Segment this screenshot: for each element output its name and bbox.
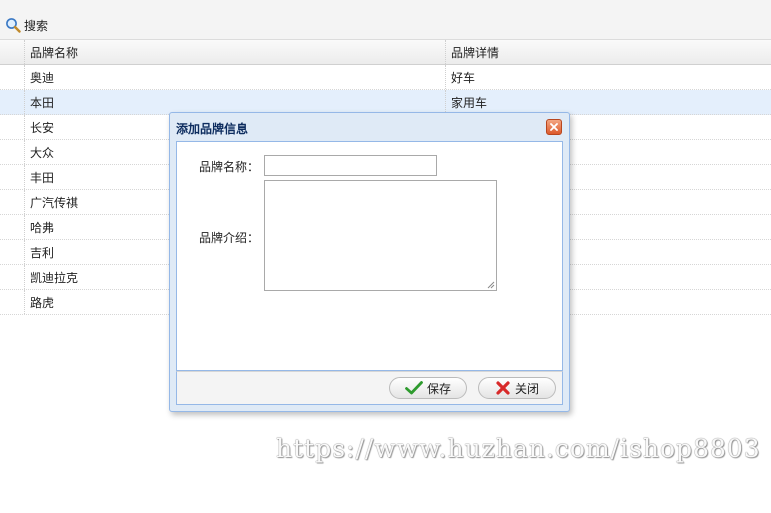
- header-brand-name[interactable]: 品牌名称: [24, 40, 445, 64]
- cell-brand-detail: 家用车: [445, 90, 771, 114]
- dialog-close-button[interactable]: [546, 119, 562, 135]
- cell-brand-detail: 好车: [445, 65, 771, 89]
- brand-intro-label: 品牌介绍：: [199, 231, 260, 245]
- toolbar: 搜索: [0, 0, 771, 40]
- cell-brand-name: 本田: [24, 90, 445, 114]
- table-row[interactable]: 奥迪 好车: [0, 65, 771, 90]
- search-label: 搜索: [24, 18, 49, 33]
- close-button[interactable]: 关闭: [478, 377, 556, 399]
- cancel-icon: [496, 381, 510, 395]
- brand-name-input[interactable]: [264, 155, 437, 176]
- save-label: 保存: [426, 381, 451, 396]
- dialog-body: 品牌名称： 品牌介绍：: [176, 141, 563, 371]
- dialog-footer: 保存 关闭: [176, 371, 563, 405]
- add-brand-dialog: 添加品牌信息 品牌名称： 品牌介绍： 保存 关闭: [169, 112, 570, 412]
- grid-header: 品牌名称 品牌详情: [0, 40, 771, 65]
- brand-intro-textarea[interactable]: [264, 180, 497, 291]
- cell-brand-name: 奥迪: [24, 65, 445, 89]
- save-button[interactable]: 保存: [389, 377, 467, 399]
- search-button[interactable]: 搜索: [5, 16, 48, 34]
- close-label: 关闭: [514, 381, 539, 396]
- dialog-title[interactable]: 添加品牌信息: [176, 120, 248, 137]
- close-icon: [550, 123, 558, 131]
- brand-name-label: 品牌名称：: [199, 160, 260, 174]
- resize-grip-icon[interactable]: [487, 281, 495, 289]
- search-icon: [6, 18, 21, 33]
- watermark-url: https://www.huzhan.com/ishop8803: [276, 434, 761, 463]
- checkmark-icon: [405, 381, 423, 395]
- header-brand-detail[interactable]: 品牌详情: [445, 40, 771, 64]
